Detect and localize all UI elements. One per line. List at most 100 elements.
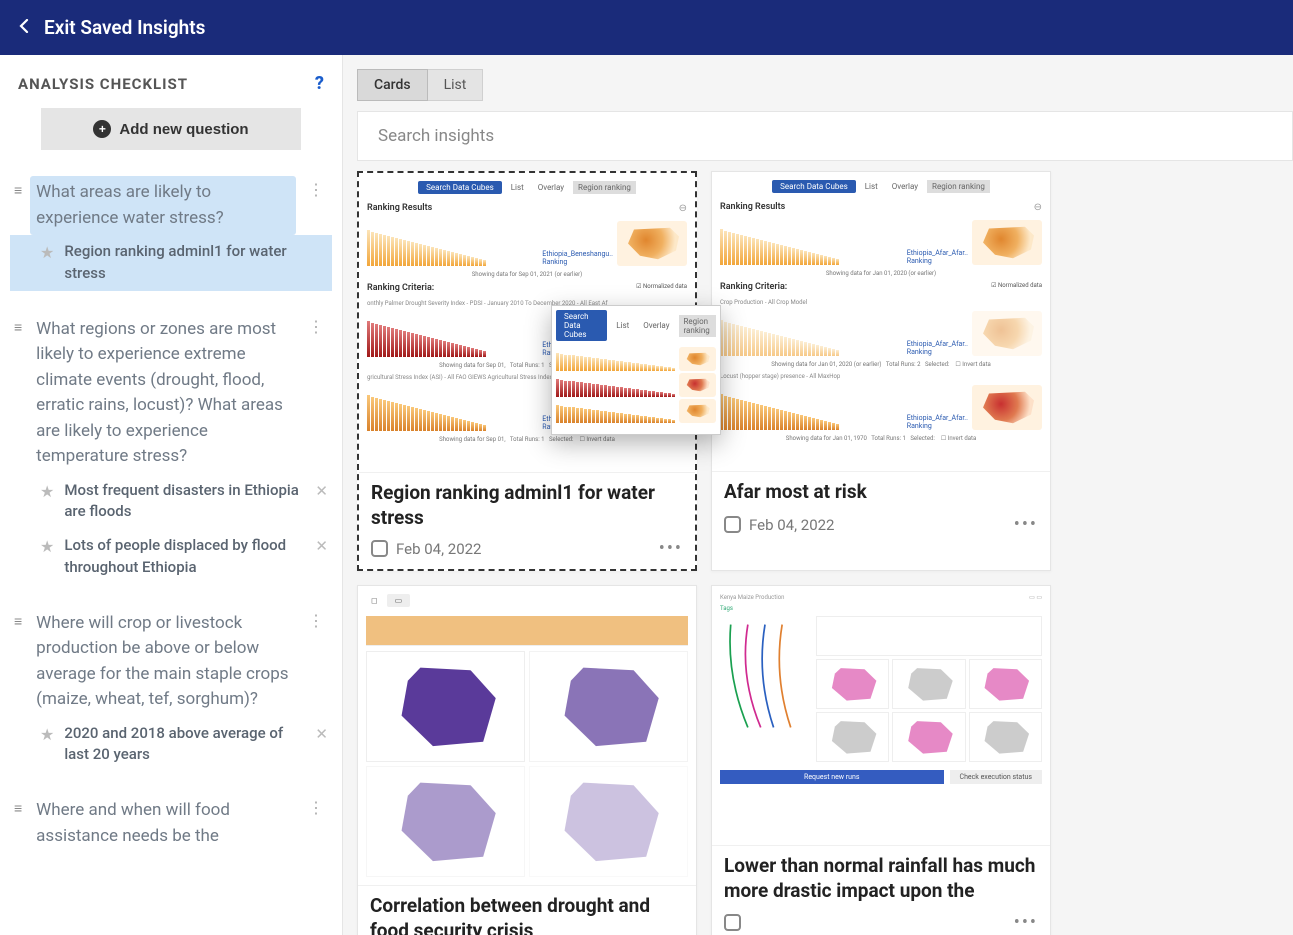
drag-handle-icon[interactable]: ≡ <box>14 800 22 817</box>
drag-handle-icon[interactable]: ≡ <box>14 613 22 630</box>
mini-tab-overlay: Overlay <box>533 181 569 194</box>
question-text[interactable]: Where and when will food assistance need… <box>30 794 296 853</box>
insight-item[interactable]: ★ 2020 and 2018 above average of last 20… <box>10 717 332 773</box>
map-panel <box>529 651 688 762</box>
search-data-cubes-button: Search Data Cubes <box>418 181 502 194</box>
question: ≡ What regions or zones are most likely … <box>10 305 332 599</box>
remove-icon[interactable]: ✕ <box>315 725 328 743</box>
add-question-button[interactable]: + Add new question <box>41 108 301 150</box>
region-link: Ethiopia_Afar_Afar.. <box>907 249 968 257</box>
insight-item[interactable]: ★ Lots of people displaced by flood thro… <box>10 529 332 585</box>
mini-tab-region: Region ranking <box>573 181 636 194</box>
insight-card[interactable]: Search Data Cubes List Overlay Region ra… <box>711 171 1051 571</box>
ranking-label: Ranking <box>907 257 968 265</box>
drag-handle-icon[interactable]: ≡ <box>14 319 22 336</box>
tab-cards[interactable]: Cards <box>357 69 428 101</box>
insight-text: Most frequent disasters in Ethiopia are … <box>64 480 305 524</box>
sidebar: ANALYSIS CHECKLIST ? + Add new question … <box>0 55 343 935</box>
ranking-criteria-label: Ranking Criteria: <box>720 282 787 292</box>
mini-line-chart <box>366 616 688 646</box>
insight-card[interactable]: Kenya Maize Production▭ ▭ Tags Reque <box>711 585 1051 935</box>
question-menu-icon[interactable]: ⋮ <box>304 176 328 203</box>
card-menu-icon[interactable]: ••• <box>1014 514 1038 535</box>
star-icon[interactable]: ★ <box>40 725 54 744</box>
ranking-label: Ranking <box>542 349 613 357</box>
card-menu-icon[interactable]: ••• <box>1014 912 1038 933</box>
card-title: Region ranking adminl1 for water stress <box>371 481 683 530</box>
region-link: Ethiopia_Beneshangu.. <box>542 250 613 258</box>
status-button: Check execution status <box>950 770 1042 784</box>
search-placeholder: Search insights <box>378 126 494 146</box>
card-thumbnail: Search Data Cubes List Overlay Region ra… <box>359 173 695 473</box>
search-data-cubes-button: Search Data Cubes <box>772 180 856 193</box>
mini-tab-overlay: Overlay <box>887 180 923 193</box>
locust-label: Locust (hopper stage) presence - All Max… <box>720 373 1042 380</box>
region-link: Ethiopia_Afar_Afar.. <box>907 414 968 422</box>
region-link: Ethiopia_Beneshangu.. <box>542 415 613 423</box>
asi-label: gricultural Stress Index (ASI) - All FAO… <box>367 374 687 381</box>
question-text[interactable]: What regions or zones are most likely to… <box>30 313 296 474</box>
card-title: Afar most at risk <box>724 480 1038 506</box>
insight-item[interactable]: ★ Region ranking adminl1 for water stres… <box>10 235 332 291</box>
card-date: Feb 04, 2022 <box>749 516 835 534</box>
insight-item[interactable]: ★ Most frequent disasters in Ethiopia ar… <box>10 474 332 530</box>
ranking-label: Ranking <box>907 422 968 430</box>
search-input[interactable]: Search insights <box>357 111 1293 161</box>
pdsi-label: onthly Palmer Drought Severity Index - P… <box>367 300 687 307</box>
remove-icon[interactable]: ✕ <box>315 482 328 500</box>
help-icon[interactable]: ? <box>315 73 324 94</box>
question-text[interactable]: What areas are likely to experience wate… <box>30 176 296 235</box>
close-icon: ⊖ <box>679 203 687 214</box>
insight-text: Lots of people displaced by flood throug… <box>64 535 305 579</box>
card-thumbnail: ◻ ▭ <box>358 586 696 886</box>
question-menu-icon[interactable]: ⋮ <box>304 794 328 821</box>
mini-tab: ◻ <box>366 594 383 607</box>
question-menu-icon[interactable]: ⋮ <box>304 607 328 634</box>
page-title[interactable]: Exit Saved Insights <box>44 16 205 39</box>
map-grid <box>366 651 688 877</box>
card-title: Lower than normal rainfall has much more… <box>724 854 1038 903</box>
card-thumbnail: Search Data Cubes List Overlay Region ra… <box>712 172 1050 472</box>
insight-text: 2020 and 2018 above average of last 20 y… <box>64 723 305 767</box>
view-tabs: Cards List <box>357 69 1293 101</box>
drag-handle-icon[interactable]: ≡ <box>14 182 22 199</box>
close-icon: ⊖ <box>1034 202 1042 213</box>
ranking-label: Ranking <box>542 423 613 431</box>
insight-card[interactable]: ◻ ▭ Correlation between drought and food… <box>357 585 697 935</box>
normalized-check: ☑ Normalized data <box>991 282 1042 292</box>
map-panel <box>366 651 525 762</box>
question-text[interactable]: Where will crop or livestock production … <box>30 607 296 717</box>
question-menu-icon[interactable]: ⋮ <box>304 313 328 340</box>
mini-control: ▭ <box>387 594 411 607</box>
ranking-results-label: Ranking Results <box>720 202 785 213</box>
tab-list[interactable]: List <box>428 69 484 101</box>
star-icon[interactable]: ★ <box>40 243 54 262</box>
ranking-label: Ranking <box>907 348 968 356</box>
card-thumbnail: Kenya Maize Production▭ ▭ Tags Reque <box>712 586 1050 846</box>
main-content: Cards List Search insights Search Data C… <box>343 55 1293 935</box>
region-link: Ethiopia_Afar_Afar.. <box>907 340 968 348</box>
select-checkbox[interactable] <box>724 914 741 931</box>
remove-icon[interactable]: ✕ <box>315 537 328 555</box>
insight-text: Region ranking adminl1 for water stress <box>64 241 328 285</box>
map-grid <box>816 659 1042 762</box>
back-icon[interactable] <box>18 17 30 38</box>
mini-tab-region: Region ranking <box>927 180 990 193</box>
map-panel <box>529 766 688 877</box>
chart-caption: Showing data for Jan 01, 1970 Total Runs… <box>720 435 1042 442</box>
star-icon[interactable]: ★ <box>40 482 54 501</box>
select-checkbox[interactable] <box>371 540 388 557</box>
card-date: Feb 04, 2022 <box>396 540 482 558</box>
insight-card[interactable]: Search Data Cubes List Overlay Region ra… <box>357 171 697 571</box>
select-checkbox[interactable] <box>724 516 741 533</box>
chart-caption: Showing data for Sep 01, Total Runs: 1 S… <box>367 436 687 443</box>
star-icon[interactable]: ★ <box>40 537 54 556</box>
ranking-results-label: Ranking Results <box>367 203 432 214</box>
region-link: Ethiopia_Beneshangu.. <box>542 341 613 349</box>
card-title: Correlation between drought and food sec… <box>370 894 684 935</box>
crop-label: Crop Production - All Crop Model <box>720 299 1042 306</box>
plus-icon: + <box>93 120 111 138</box>
model-tags: Tags <box>720 605 1042 612</box>
card-menu-icon[interactable]: ••• <box>659 538 683 559</box>
mini-tab-list: List <box>506 181 529 194</box>
